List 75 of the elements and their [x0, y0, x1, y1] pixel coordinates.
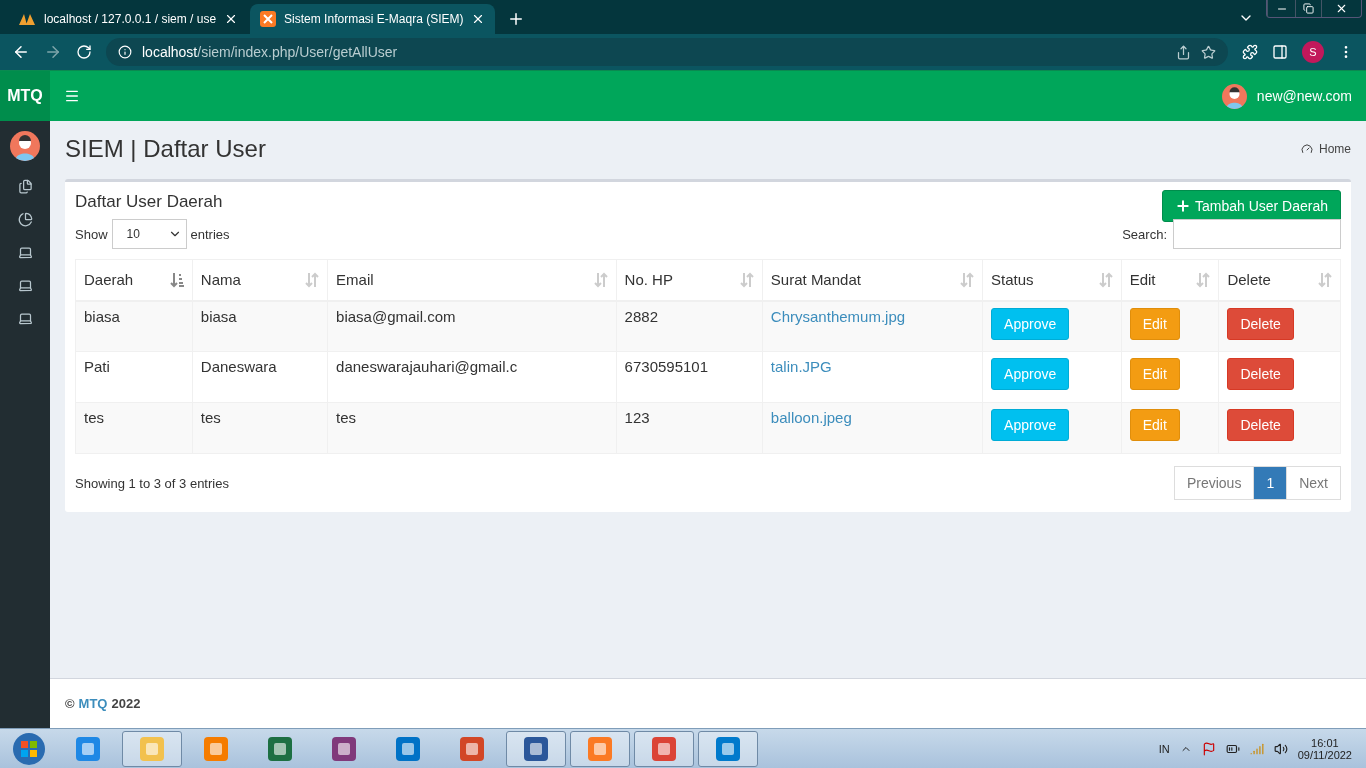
share-icon[interactable]	[1176, 44, 1191, 60]
laptop-icon[interactable]	[17, 311, 33, 326]
column-header[interactable]: Surat Mandat	[762, 259, 983, 301]
reload-icon[interactable]	[76, 44, 92, 60]
footer-brand-link[interactable]: MTQ	[78, 696, 108, 711]
column-header[interactable]: Delete	[1218, 259, 1341, 301]
search-field[interactable]	[1173, 219, 1341, 249]
table-cell: tes	[192, 402, 328, 454]
page-title: SIEM | Daftar User	[65, 135, 266, 163]
table-cell: Daneswara	[192, 351, 328, 403]
table-cell: 6730595101	[616, 351, 763, 403]
file-link[interactable]: balloon.jpeg	[770, 409, 852, 426]
user-avatar	[10, 131, 40, 161]
delete-button[interactable]: Delete	[1227, 307, 1294, 340]
flag-icon[interactable]	[1201, 741, 1216, 756]
table-cell: biasa	[75, 300, 193, 352]
column-header[interactable]: Email	[327, 259, 617, 301]
language-indicator[interactable]: IN	[1158, 742, 1170, 755]
copy-icon[interactable]	[17, 179, 33, 194]
laptop-icon[interactable]	[17, 245, 33, 260]
table-cell: tes	[75, 402, 193, 454]
clock[interactable]: 16:01 09/11/2022	[1297, 736, 1352, 761]
add-user-button[interactable]: Tambah User Daerah	[1161, 190, 1341, 222]
box-title: Daftar User Daerah	[75, 192, 223, 212]
forward-icon[interactable]	[44, 43, 62, 61]
taskbar-app[interactable]	[570, 730, 630, 767]
column-header[interactable]: Nama	[192, 259, 328, 301]
star-icon[interactable]	[1201, 44, 1216, 60]
profile-avatar[interactable]: S	[1302, 41, 1324, 63]
dashboard-icon	[1301, 143, 1313, 155]
browser-tab[interactable]: localhost / 127.0.0.1 / siem / use	[8, 4, 249, 34]
pie-chart-icon[interactable]	[17, 212, 33, 227]
table-cell: biasa	[192, 300, 328, 352]
taskbar-app[interactable]	[634, 730, 694, 767]
table-cell: daneswarajauhari@gmail.c	[327, 351, 617, 403]
search-label: Search:	[1122, 226, 1167, 242]
close-icon[interactable]	[1335, 2, 1348, 15]
sail-icon	[18, 12, 36, 26]
table-cell: tes	[327, 402, 617, 454]
delete-button[interactable]: Delete	[1227, 409, 1294, 441]
footer-year: 2022	[111, 696, 141, 711]
copyright-symbol: ©	[65, 696, 75, 711]
table-cell: Pati	[75, 351, 193, 403]
volume-icon[interactable]	[1273, 741, 1288, 756]
start-button[interactable]	[12, 731, 46, 766]
brand-logo[interactable]: MTQ	[0, 71, 50, 121]
page-size-select[interactable]: 10	[111, 219, 187, 249]
table-cell: biasa@gmail.com	[327, 300, 617, 352]
table-cell: 2882	[616, 300, 763, 352]
taskbar-app[interactable]	[506, 730, 566, 767]
breadcrumb-link[interactable]: Home	[1319, 142, 1351, 156]
laptop-icon[interactable]	[17, 278, 33, 293]
taskbar-app[interactable]	[698, 730, 758, 767]
taskbar-app[interactable]	[122, 730, 182, 767]
plus-icon	[1174, 198, 1191, 214]
table-cell: 123	[616, 402, 763, 454]
column-header[interactable]: Daerah	[75, 259, 193, 301]
address-bar[interactable]: localhost/siem/index.php/User/getAllUser	[106, 38, 1228, 66]
column-header[interactable]: No. HP	[616, 259, 763, 301]
column-header[interactable]: Status	[982, 259, 1122, 301]
column-header[interactable]: Edit	[1121, 259, 1219, 301]
browser-tab[interactable]: Sistem Informasi E-Maqra (SIEM)	[250, 4, 496, 34]
file-link[interactable]: talin.JPG	[770, 358, 832, 375]
info-icon[interactable]	[118, 45, 132, 59]
user-avatar	[1221, 83, 1247, 109]
table-info: Showing 1 to 3 of 3 entries	[75, 475, 229, 491]
user-name[interactable]: new@new.com	[1256, 88, 1352, 104]
show-label: Show	[75, 226, 108, 242]
entries-label: entries	[190, 226, 230, 242]
back-icon[interactable]	[12, 43, 30, 61]
pagination-button[interactable]: 1	[1253, 466, 1288, 500]
restore-icon[interactable]	[1303, 3, 1314, 14]
side-panel-icon[interactable]	[1272, 44, 1288, 60]
delete-button[interactable]: Delete	[1227, 358, 1294, 390]
extensions-icon[interactable]	[1242, 44, 1258, 60]
